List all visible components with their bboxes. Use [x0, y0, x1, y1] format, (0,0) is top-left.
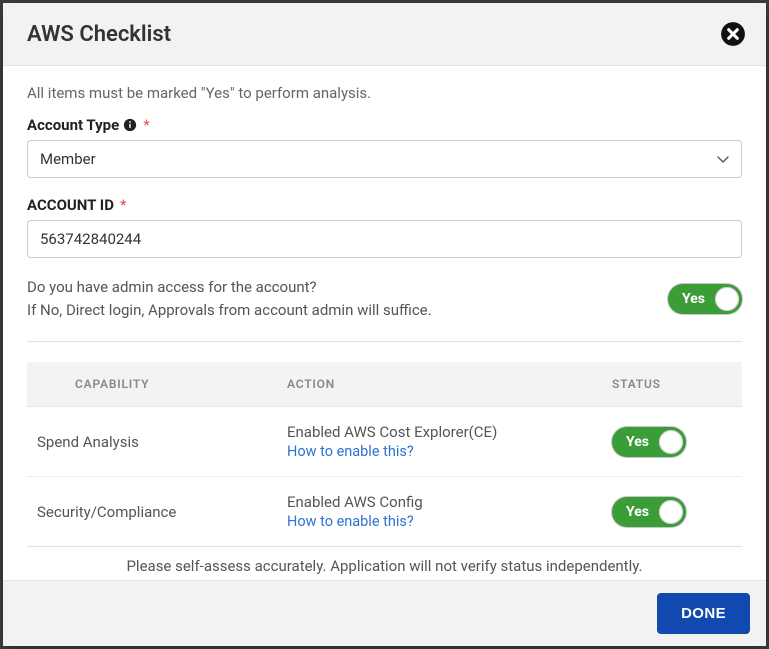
aws-checklist-modal: AWS Checklist All items must be marked "…: [3, 3, 766, 646]
toggle-label: Yes: [626, 434, 649, 450]
self-assess-note: Please self-assess accurately. Applicati…: [27, 557, 742, 575]
required-asterisk: *: [143, 116, 149, 134]
info-icon[interactable]: [123, 118, 137, 132]
toggle-knob: [659, 430, 683, 454]
admin-access-toggle[interactable]: Yes: [668, 284, 742, 314]
toggle-knob: [659, 500, 683, 524]
account-id-input[interactable]: [27, 220, 742, 258]
done-button[interactable]: DONE: [657, 593, 750, 634]
action-cell: Enabled AWS Config How to enable this?: [277, 477, 602, 547]
admin-access-text: Do you have admin access for the account…: [27, 276, 432, 321]
security-compliance-toggle[interactable]: Yes: [612, 497, 686, 527]
table-row: Spend Analysis Enabled AWS Cost Explorer…: [27, 407, 742, 477]
action-text: Enabled AWS Cost Explorer(CE): [287, 423, 497, 441]
modal-header: AWS Checklist: [3, 3, 766, 66]
intro-text: All items must be marked "Yes" to perfor…: [27, 84, 742, 102]
capability-cell: Spend Analysis: [27, 407, 277, 477]
toggle-label: Yes: [626, 504, 649, 520]
modal-footer: DONE: [3, 580, 766, 646]
modal-title: AWS Checklist: [27, 22, 171, 47]
account-type-select[interactable]: Member: [27, 140, 742, 178]
spend-analysis-toggle[interactable]: Yes: [612, 427, 686, 457]
th-action: ACTION: [277, 362, 602, 407]
capability-cell: Security/Compliance: [27, 477, 277, 547]
account-id-label-text: ACCOUNT ID: [27, 196, 114, 214]
account-type-label: Account Type *: [27, 116, 742, 134]
required-asterisk: *: [120, 196, 126, 214]
toggle-knob: [715, 287, 739, 311]
th-capability: CAPABILITY: [27, 362, 277, 407]
toggle-label: Yes: [682, 291, 705, 307]
capability-table: CAPABILITY ACTION STATUS Spend Analysis …: [27, 362, 742, 547]
how-to-enable-link[interactable]: How to enable this?: [287, 443, 414, 460]
admin-access-row: Do you have admin access for the account…: [27, 276, 742, 342]
close-icon: [720, 21, 746, 47]
admin-question-2: If No, Direct login, Approvals from acco…: [27, 301, 432, 319]
account-id-label: ACCOUNT ID *: [27, 196, 742, 214]
th-status: STATUS: [602, 362, 742, 407]
table-row: Security/Compliance Enabled AWS Config H…: [27, 477, 742, 547]
how-to-enable-link[interactable]: How to enable this?: [287, 513, 414, 530]
action-text: Enabled AWS Config: [287, 493, 423, 511]
admin-question-1: Do you have admin access for the account…: [27, 278, 317, 296]
close-button[interactable]: [720, 21, 746, 47]
action-cell: Enabled AWS Cost Explorer(CE) How to ena…: [277, 407, 602, 477]
status-cell: Yes: [602, 407, 742, 477]
modal-body: All items must be marked "Yes" to perfor…: [3, 66, 766, 580]
status-cell: Yes: [602, 477, 742, 547]
account-type-label-text: Account Type: [27, 116, 119, 134]
